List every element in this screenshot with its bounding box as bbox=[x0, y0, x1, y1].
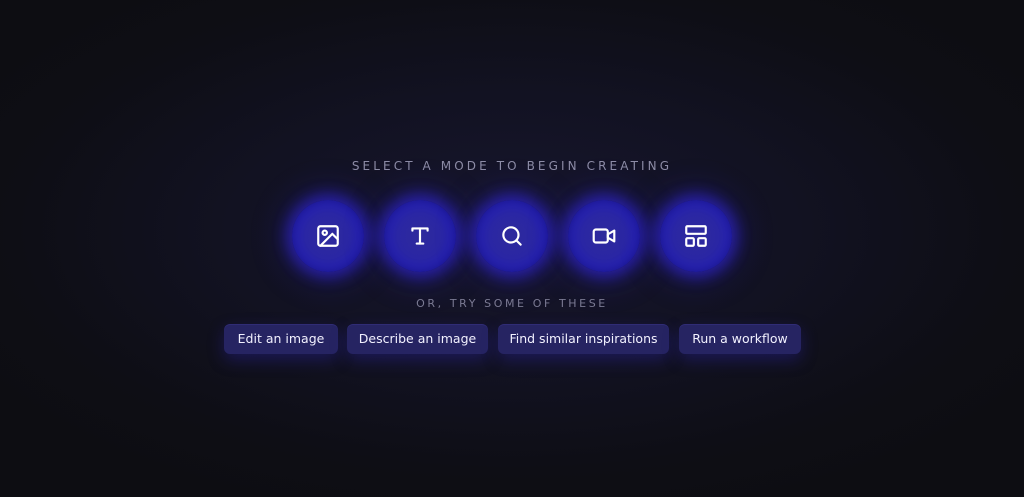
video-icon bbox=[592, 228, 616, 244]
text-mode-button[interactable] bbox=[384, 200, 456, 272]
suggestions-heading: OR, TRY SOME OF THESE bbox=[416, 297, 608, 310]
describe-image-button[interactable]: Describe an image bbox=[347, 324, 488, 354]
mode-heading: SELECT A MODE TO BEGIN CREATING bbox=[351, 159, 673, 173]
mode-selection-panel: SELECT A MODE TO BEGIN CREATING OR, TRY … bbox=[0, 0, 1024, 497]
edit-image-button[interactable]: Edit an image bbox=[224, 324, 338, 354]
image-mode-button[interactable] bbox=[292, 200, 364, 272]
text-icon bbox=[411, 227, 429, 245]
mode-button-row bbox=[292, 200, 732, 272]
layout-icon bbox=[685, 225, 707, 247]
search-icon bbox=[502, 226, 522, 246]
find-similar-button[interactable]: Find similar inspirations bbox=[498, 324, 669, 354]
image-icon bbox=[317, 225, 339, 247]
search-mode-button[interactable] bbox=[476, 200, 548, 272]
suggestion-row: Edit an image Describe an image Find sim… bbox=[0, 324, 1024, 354]
video-mode-button[interactable] bbox=[568, 200, 640, 272]
layout-mode-button[interactable] bbox=[660, 200, 732, 272]
run-workflow-button[interactable]: Run a workflow bbox=[679, 324, 801, 354]
